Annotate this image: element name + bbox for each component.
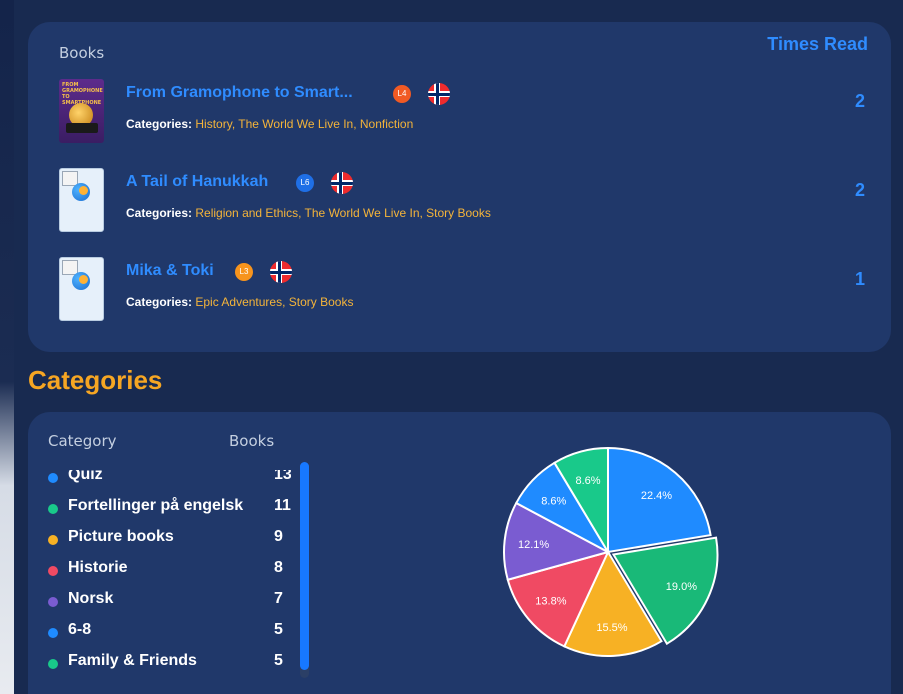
norway-flag-icon — [270, 261, 292, 283]
book-cover-image[interactable] — [59, 257, 104, 321]
book-title-link[interactable]: Mika & Toki — [126, 262, 214, 280]
smartphone-graphic — [66, 123, 98, 133]
pie-slice-label: 19.0% — [666, 581, 697, 593]
legend-book-count: 5 — [274, 621, 291, 639]
categories-panel: Category Books Quiz 13 Fortellinger på eng… — [28, 412, 891, 694]
level-badge: L6 — [296, 174, 314, 192]
pie-slice-label: 8.6% — [541, 495, 566, 507]
pie-slice-label: 15.5% — [596, 622, 627, 634]
level-badge: L3 — [235, 263, 253, 281]
times-read-count: 2 — [854, 180, 865, 200]
legend-book-count: 7 — [274, 590, 291, 608]
legend-category-name: Norsk — [68, 590, 114, 607]
categories-label: Categories: — [126, 117, 193, 131]
norway-flag-icon — [428, 83, 450, 105]
legend-scrollbar[interactable] — [300, 462, 309, 678]
categories-value: Religion and Ethics, The World We Live I… — [195, 206, 491, 220]
legend-color-dot — [48, 659, 58, 669]
legend-book-count: 8 — [274, 559, 291, 577]
level-badge: L4 — [393, 85, 411, 103]
categories-pie-chart[interactable]: 22.4% 19.0% 15.5% 13.8% 12.1% 8.6% 8.6% — [498, 442, 758, 682]
book-categories: Categories: Religion and Ethics, The Wor… — [126, 206, 491, 220]
placeholder-globe-icon — [72, 272, 90, 290]
legend-book-count: 13 — [274, 470, 291, 484]
legend-color-dot — [48, 628, 58, 638]
placeholder-globe-icon — [72, 183, 90, 201]
book-title-link[interactable]: From Gramophone to Smart... — [126, 84, 353, 102]
legend-color-dot — [48, 473, 58, 483]
legend-category-name: Fortellinger på engelsk — [68, 497, 244, 514]
book-cover-image[interactable]: FROM GRAMOPHONE TO SMARTPHONE — [59, 79, 104, 143]
categories-value: History, The World We Live In, Nonfictio… — [195, 117, 414, 131]
scrollbar-thumb[interactable] — [300, 462, 309, 670]
book-categories: Categories: Epic Adventures, Story Books — [126, 295, 353, 309]
pie-slice-label: 8.6% — [575, 475, 600, 487]
books-panel: Books Times Read FROM GRAMOPHONE TO SMAR… — [28, 22, 891, 352]
categories-label: Categories: — [126, 295, 193, 309]
norway-flag-icon — [331, 172, 353, 194]
legend-category-name: Family & Friends — [68, 652, 197, 669]
category-legend-list[interactable]: Quiz 13 Fortellinger på engelsk 11 Picture b… — [46, 470, 291, 680]
book-categories: Categories: History, The World We Live I… — [126, 117, 413, 131]
legend-book-count: 11 — [274, 497, 291, 515]
legend-color-dot — [48, 566, 58, 576]
legend-item[interactable]: Family & Friends 5 — [46, 652, 291, 680]
books-count-column-header: Books — [229, 432, 275, 450]
legend-color-dot — [48, 504, 58, 514]
book-title-link[interactable]: A Tail of Hanukkah — [126, 173, 268, 191]
pie-slice-label: 22.4% — [641, 490, 672, 502]
times-read-count: 1 — [854, 269, 865, 289]
background-edge — [0, 0, 14, 694]
pie-slice-label: 13.8% — [535, 595, 566, 607]
legend-color-dot — [48, 597, 58, 607]
legend-category-name: 6-8 — [68, 621, 92, 638]
legend-category-name: Historie — [68, 559, 128, 576]
legend-category-name: Picture books — [68, 528, 174, 545]
books-column-header: Books — [59, 44, 105, 62]
book-cover-image[interactable] — [59, 168, 104, 232]
times-read-count: 2 — [854, 91, 865, 111]
book-row[interactable]: FROM GRAMOPHONE TO SMARTPHONE From Gramo… — [28, 79, 891, 149]
legend-category-name: Quiz — [68, 470, 103, 483]
legend-color-dot — [48, 535, 58, 545]
categories-value: Epic Adventures, Story Books — [195, 295, 354, 309]
book-row[interactable]: Mika & Toki L3 Categories: Epic Adventur… — [28, 257, 891, 327]
times-read-column-header: Times Read — [767, 34, 868, 54]
category-column-header: Category — [48, 432, 117, 450]
categories-section-title: Categories — [28, 365, 163, 395]
legend-book-count: 5 — [274, 652, 291, 670]
book-row[interactable]: A Tail of Hanukkah L6 Categories: Religi… — [28, 168, 891, 238]
pie-slice-label: 12.1% — [518, 539, 549, 551]
legend-book-count: 9 — [274, 528, 291, 546]
categories-label: Categories: — [126, 206, 193, 220]
